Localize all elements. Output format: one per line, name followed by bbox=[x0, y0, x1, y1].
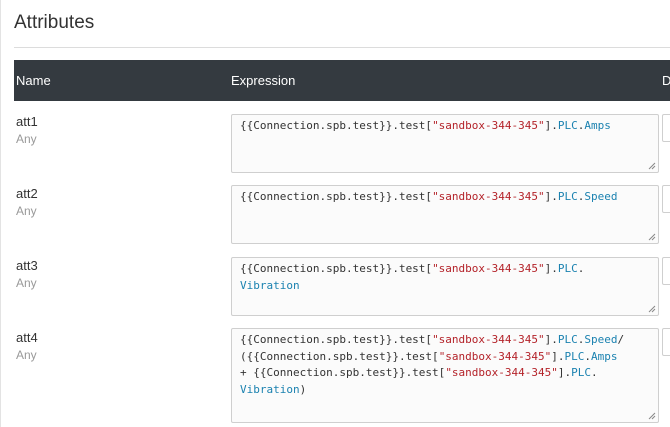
property-token: Speed bbox=[584, 190, 618, 203]
expression-editor[interactable]: {{Connection.spb.test}}.test["sandbox-34… bbox=[231, 185, 659, 244]
code-token: / bbox=[617, 333, 625, 346]
property-token: PLC bbox=[571, 366, 592, 379]
table-row: att3 Any {{Connection.spb.test}}.test["s… bbox=[14, 245, 670, 317]
expression-editor[interactable]: {{Connection.spb.test}}.test["sandbox-34… bbox=[231, 114, 659, 173]
string-literal: "sandbox-344-345" bbox=[432, 119, 545, 132]
property-token: Vibration bbox=[240, 278, 300, 292]
truncated-field[interactable] bbox=[662, 328, 670, 356]
expression-line: + {{Connection.spb.test}}.test["sandbox-… bbox=[240, 365, 650, 382]
attribute-name: att4 bbox=[16, 330, 38, 345]
attribute-type: Any bbox=[16, 276, 37, 290]
column-header-expression: Expression bbox=[231, 73, 296, 88]
table-row: att4 Any {{Connection.spb.test}}.test["s… bbox=[14, 317, 670, 427]
code-token: {{Connection.spb.test}}.test[ bbox=[240, 262, 433, 275]
code-token: + {{Connection.spb.test}}.test[ bbox=[240, 366, 446, 379]
column-header-name: Name bbox=[16, 73, 51, 88]
expression-line: {{Connection.spb.test}}.test["sandbox-34… bbox=[240, 118, 650, 135]
page-left-border bbox=[0, 0, 1, 427]
expression-code: {{Connection.spb.test}}.test["sandbox-34… bbox=[240, 118, 650, 135]
attribute-type: Any bbox=[16, 204, 37, 218]
property-token: PLC bbox=[557, 333, 578, 346]
property-token: Amps bbox=[584, 119, 611, 132]
string-literal: "sandbox-344-345" bbox=[445, 366, 558, 379]
code-token: . bbox=[591, 366, 598, 379]
expression-line: {{Connection.spb.test}}.test["sandbox-34… bbox=[240, 189, 650, 206]
expression-code: {{Connection.spb.test}}.test["sandbox-34… bbox=[240, 332, 650, 398]
expression-line: Vibration bbox=[240, 278, 650, 295]
code-token: ]. bbox=[544, 190, 558, 203]
property-token: Speed bbox=[584, 333, 618, 346]
code-token: ]. bbox=[544, 119, 558, 132]
property-token: PLC bbox=[557, 119, 578, 132]
truncated-field[interactable] bbox=[662, 185, 670, 213]
string-literal: "sandbox-344-345" bbox=[432, 262, 545, 275]
string-literal: "sandbox-344-345" bbox=[438, 349, 552, 363]
resize-grip-icon[interactable] bbox=[648, 233, 656, 241]
attribute-name: att3 bbox=[16, 258, 38, 273]
code-token: . bbox=[577, 262, 585, 275]
expression-line: ({{Connection.spb.test}}.test["sandbox-3… bbox=[240, 349, 650, 366]
table-header: Name Expression D bbox=[14, 60, 670, 101]
expression-code: {{Connection.spb.test}}.test["sandbox-34… bbox=[240, 189, 650, 206]
property-token: Vibration bbox=[240, 382, 300, 396]
attribute-name: att2 bbox=[16, 186, 38, 201]
property-token: Amps bbox=[591, 349, 618, 363]
code-token: {{Connection.spb.test}}.test[ bbox=[240, 119, 433, 132]
column-header-truncated: D bbox=[662, 73, 670, 88]
expression-line: {{Connection.spb.test}}.test["sandbox-34… bbox=[240, 332, 650, 349]
attribute-type: Any bbox=[16, 348, 37, 362]
code-token: ]. bbox=[544, 262, 558, 275]
table-row: att2 Any {{Connection.spb.test}}.test["s… bbox=[14, 173, 670, 245]
table-row: att1 Any {{Connection.spb.test}}.test["s… bbox=[14, 101, 670, 173]
truncated-field[interactable] bbox=[662, 257, 670, 285]
attribute-name: att1 bbox=[16, 114, 38, 129]
resize-grip-icon[interactable] bbox=[648, 162, 656, 170]
resize-grip-icon[interactable] bbox=[648, 305, 656, 313]
code-token: {{Connection.spb.test}}.test[ bbox=[240, 333, 433, 346]
property-token: PLC bbox=[564, 349, 585, 363]
section-title: Attributes bbox=[14, 12, 95, 33]
expression-editor[interactable]: {{Connection.spb.test}}.test["sandbox-34… bbox=[231, 257, 659, 316]
code-token: ({{Connection.spb.test}}.test[ bbox=[240, 349, 439, 363]
expression-line: Vibration) bbox=[240, 382, 650, 399]
expression-line: {{Connection.spb.test}}.test["sandbox-34… bbox=[240, 261, 650, 278]
code-token: ) bbox=[299, 382, 307, 396]
expression-editor[interactable]: {{Connection.spb.test}}.test["sandbox-34… bbox=[231, 328, 659, 423]
expression-code: {{Connection.spb.test}}.test["sandbox-34… bbox=[240, 261, 650, 294]
code-token: {{Connection.spb.test}}.test[ bbox=[240, 190, 433, 203]
string-literal: "sandbox-344-345" bbox=[432, 190, 545, 203]
string-literal: "sandbox-344-345" bbox=[432, 333, 545, 346]
title-divider bbox=[14, 47, 670, 48]
truncated-field[interactable] bbox=[662, 114, 670, 142]
code-token: ]. bbox=[551, 349, 565, 363]
code-token: ]. bbox=[557, 366, 572, 379]
resize-grip-icon[interactable] bbox=[648, 412, 656, 420]
property-token: PLC bbox=[557, 190, 578, 203]
code-token: ]. bbox=[544, 333, 558, 346]
attribute-type: Any bbox=[16, 132, 37, 146]
property-token: PLC bbox=[557, 262, 578, 275]
